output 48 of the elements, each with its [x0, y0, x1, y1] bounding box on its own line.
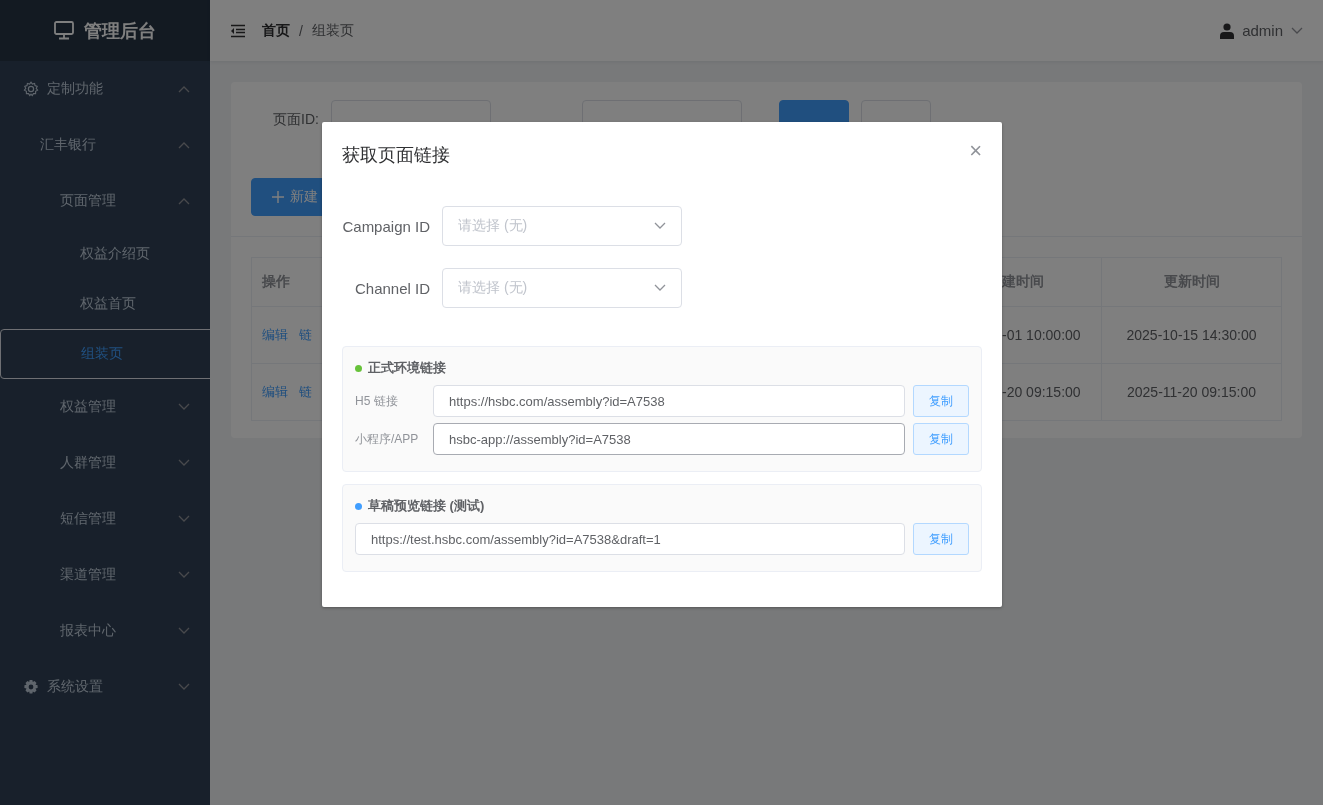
breadcrumb-separator: / — [299, 22, 303, 39]
dialog-title: 获取页面链接 — [342, 144, 450, 167]
menu-item[interactable]: 权益介绍页 — [0, 229, 210, 279]
submenu-title[interactable]: 权益管理 — [60, 398, 116, 416]
submenu-title[interactable]: 人群管理 — [60, 454, 116, 472]
user-icon — [1220, 22, 1235, 39]
table-cell: 2025-10-15 14:30:00 — [1102, 307, 1282, 364]
submenu-title[interactable]: 短信管理 — [60, 510, 116, 528]
copy-button[interactable]: 复制 — [913, 523, 969, 555]
action-link[interactable]: 链 — [299, 383, 312, 401]
select-field[interactable]: 请选择 (无) — [442, 206, 682, 246]
monitor-icon — [54, 21, 74, 40]
chevron-down-icon — [654, 222, 666, 230]
action-link[interactable]: 编辑 — [262, 326, 288, 344]
field-label: Campaign ID — [342, 217, 430, 235]
select-field[interactable]: 请选择 (无) — [442, 268, 682, 308]
menu-item[interactable]: 权益首页 — [0, 279, 210, 329]
plus-icon — [272, 191, 284, 203]
close-button[interactable]: × — [969, 140, 982, 162]
field-label: Channel ID — [353, 279, 430, 297]
url-field[interactable]: hsbc-app://assembly?id=A7538 — [433, 423, 905, 455]
copy-button[interactable]: 复制 — [913, 423, 969, 455]
breadcrumb-link[interactable]: 首页 — [262, 21, 290, 40]
chevron-down-icon — [1291, 26, 1303, 35]
submenu-title[interactable]: 系统设置 — [47, 678, 103, 696]
user-name[interactable]: admin — [1242, 22, 1283, 39]
submenu-title[interactable]: 渠道管理 — [60, 566, 116, 584]
field-label: H5 链接 — [355, 392, 399, 410]
menu-icon[interactable] — [230, 23, 246, 38]
field-label: 页面ID: — [273, 111, 319, 129]
submenu-title[interactable]: 报表中心 — [60, 622, 116, 640]
submenu-title[interactable]: 定制功能 — [47, 80, 103, 98]
section-title: 草稿预览链接 (测试) — [368, 497, 485, 515]
action-link[interactable]: 链 — [299, 326, 312, 344]
chevron-down-icon — [654, 284, 666, 292]
gear-icon — [23, 81, 39, 97]
gear-icon — [23, 679, 39, 695]
field-label: 小程序/APP — [355, 430, 420, 448]
copy-button[interactable]: 复制 — [913, 385, 969, 417]
table-cell: 2025-11-20 09:15:00 — [1102, 364, 1282, 421]
url-field[interactable]: https://hsbc.com/assembly?id=A7538 — [433, 385, 905, 417]
action-link[interactable]: 编辑 — [262, 383, 288, 401]
url-field[interactable]: https://test.hsbc.com/assembly?id=A7538&draft=1 — [355, 523, 905, 555]
submenu-title[interactable]: 汇丰银行 — [40, 136, 96, 154]
app-title: 管理后台 — [84, 19, 156, 43]
breadcrumb-current: 组装页 — [311, 21, 354, 40]
section-title: 正式环境链接 — [368, 359, 446, 377]
submenu-title[interactable]: 页面管理 — [60, 192, 116, 210]
